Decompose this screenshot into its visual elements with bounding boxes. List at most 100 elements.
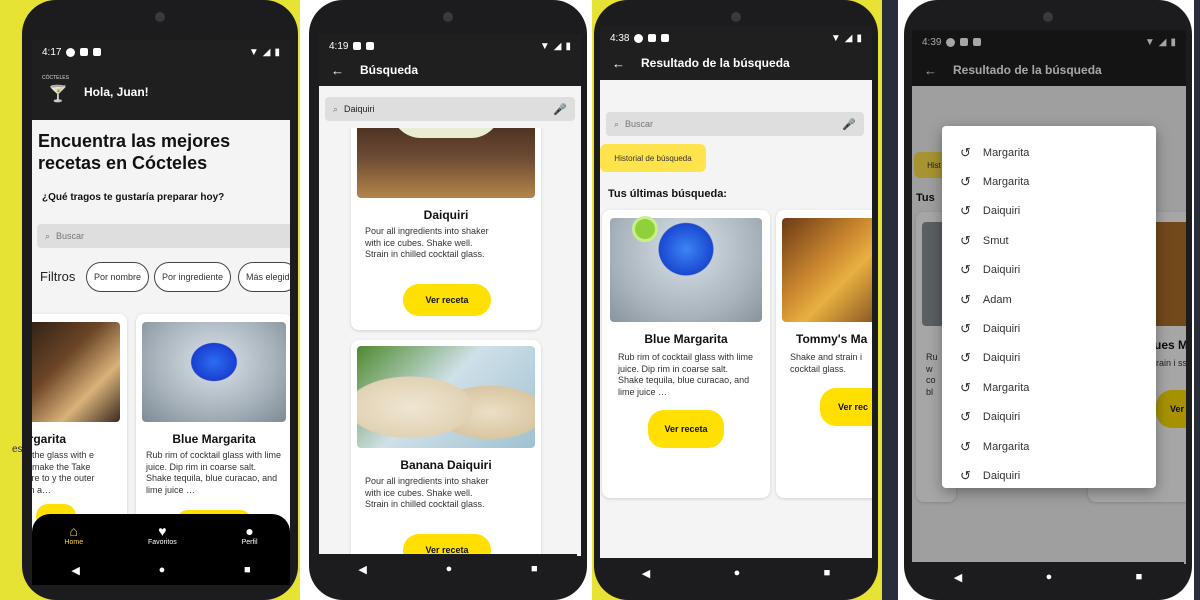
history-label: Daiquiri (982, 264, 1021, 277)
recipe-card-daiquiri[interactable]: Daiquiri Pour all ingredients into shake… (351, 128, 541, 330)
wifi-icon: ▼ (830, 32, 841, 44)
search-history-dialog: ↺ Margarita ↺ Margarita ↺ Daiquiri ↺ Smut ↺ D… (942, 126, 1156, 488)
back-icon[interactable]: ◀ (71, 564, 79, 577)
history-item[interactable]: ↺ Daiquiri (942, 344, 1156, 373)
recipe-card-banana-daiquiri[interactable]: Banana Daiquiri Pour all ingredients int… (351, 340, 541, 556)
history-item[interactable]: ↺ Margarita (942, 373, 1156, 402)
recipe-card-blue-margarita[interactable]: Blue Margarita Rub rim of cocktail glass… (602, 210, 770, 498)
history-item[interactable]: ↺ Margarita (942, 167, 1156, 196)
history-item[interactable]: ↺ Daiquiri (942, 314, 1156, 343)
signal-icon: ◢ (262, 46, 271, 58)
back-icon[interactable]: ◀ (358, 563, 366, 576)
mic-icon[interactable]: 🎤 (842, 118, 856, 131)
view-recipe-button[interactable]: Ver receta (403, 284, 491, 316)
history-item[interactable]: ↺ Daiquiri (942, 461, 1156, 488)
history-item[interactable]: ↺ Margarita (942, 138, 1156, 167)
heart-icon: ♥ (158, 523, 167, 539)
history-item[interactable]: ↺ Smut (942, 226, 1156, 255)
screenshot-collage: 4:17 ▼ ◢ ▮ CÓCTELES 🍸 Hola, Juan! Encuentr… (0, 0, 1200, 600)
back-arrow-icon[interactable]: ← (612, 56, 625, 71)
chip-by-ingredient[interactable]: Por ingrediente (154, 262, 232, 292)
home-button-icon[interactable]: ● (159, 564, 166, 576)
recents-icon[interactable]: ■ (824, 567, 831, 579)
search-bar[interactable]: ⌕ Daiquiri 🎤 (325, 97, 575, 121)
greeting-text: Hola, Juan! (84, 85, 149, 99)
logo: CÓCTELES 🍸 (42, 75, 70, 105)
search-bar[interactable]: ⌕ Buscar 🎤 (37, 224, 290, 248)
wifi-icon: ▼ (539, 40, 550, 52)
filters-label: Filtros (40, 269, 76, 284)
history-icon: ↺ (960, 438, 971, 454)
history-item[interactable]: ↺ Daiquiri (942, 197, 1156, 226)
nav-label: Favoritos (147, 539, 177, 546)
notification-icon (634, 33, 644, 43)
history-icon: ↺ (960, 350, 971, 366)
view-recipe-button[interactable]: Ver receta (403, 534, 491, 556)
banana-daiquiri-image (357, 346, 535, 448)
sim-icon (661, 34, 670, 42)
search-bar[interactable]: ⌕ Buscar 🎤 (606, 112, 864, 136)
header: CÓCTELES 🍸 Hola, Juan! (32, 64, 290, 120)
back-icon[interactable]: ◀ (954, 571, 962, 584)
search-input[interactable]: Daiquiri (344, 104, 375, 114)
nav-home[interactable]: ⌂ Home (64, 523, 83, 546)
card-title: Tommy's Ma (796, 332, 868, 346)
history-item[interactable]: ↺ Adam (942, 285, 1156, 314)
signal-icon: ◢ (553, 40, 562, 52)
status-time: 4:19 (329, 40, 349, 52)
camera-icon (155, 12, 165, 22)
blue-margarita-image (142, 322, 286, 422)
mic-icon[interactable]: 🎤 (553, 103, 567, 116)
back-arrow-icon[interactable]: ← (331, 63, 344, 78)
home-button-icon[interactable]: ● (1046, 571, 1053, 583)
history-item[interactable]: ↺ Daiquiri (942, 403, 1156, 432)
nav-favorites[interactable]: ♥ Favoritos (148, 523, 177, 546)
history-label: Margarita (982, 440, 1030, 453)
camera-icon (731, 12, 741, 22)
status-time: 4:38 (610, 32, 630, 44)
sim-icon (93, 48, 102, 56)
daiquiri-image (357, 128, 535, 198)
notification-icon (66, 47, 76, 57)
history-label: Margarita (982, 381, 1030, 394)
home-button-icon[interactable]: ● (446, 563, 453, 575)
recents-icon[interactable]: ■ (531, 563, 538, 575)
card-description: of the glass with e to make the Take car… (32, 450, 95, 495)
history-item[interactable]: ↺ Margarita (942, 432, 1156, 461)
recents-icon[interactable]: ■ (1136, 571, 1143, 583)
view-recipe-button[interactable]: Ver receta (648, 410, 724, 448)
history-label: Adam (982, 293, 1012, 306)
status-bar: 4:17 ▼ ◢ ▮ (32, 40, 290, 64)
phone-3: 4:38 ▼ ◢ ▮ ← Resultado de la búsqueda ⌕ Bu… (594, 0, 878, 600)
history-icon: ↺ (960, 144, 971, 160)
history-chip[interactable]: Historial de búsqueda (600, 144, 706, 172)
side-fragment-text: es (12, 444, 23, 455)
search-placeholder: Buscar (56, 231, 85, 241)
section-title: Tus últimas búsqueda: (608, 188, 727, 200)
history-label: Margarita (982, 146, 1030, 159)
recipe-card-margarita[interactable]: argarita of the glass with e to make the… (32, 314, 127, 544)
history-label: Daiquiri (982, 411, 1021, 424)
history-item[interactable]: ↺ Daiquiri (942, 256, 1156, 285)
card-title: Daiquiri (423, 208, 469, 222)
chip-by-name[interactable]: Por nombre (86, 262, 150, 292)
home-button-icon[interactable]: ● (734, 567, 741, 579)
results-list: Daiquiri Pour all ingredients into shake… (319, 128, 581, 556)
page-title: Resultado de la búsqueda (641, 56, 790, 70)
nav-label: Perfil (241, 539, 258, 546)
screen-3: 4:38 ▼ ◢ ▮ ← Resultado de la búsqueda ⌕ Bu… (600, 26, 872, 560)
logo-text: CÓCTELES (42, 75, 69, 81)
recipe-card-blue-margarita[interactable]: Blue Margarita Rub rim of cocktail glass… (136, 314, 290, 544)
recents-icon[interactable]: ■ (244, 564, 251, 576)
signal-icon: ◢ (844, 32, 853, 44)
view-recipe-button[interactable]: Ver rec (820, 388, 872, 426)
chip-most-chosen[interactable]: Más elegid (238, 262, 290, 292)
history-icon: ↺ (960, 232, 971, 248)
phone-2: 4:19 ▼ ◢ ▮ ← Búsqueda ⌕ Daiquiri 🎤 Daiquir… (309, 0, 587, 600)
battery-icon: ▮ (856, 32, 862, 44)
nav-profile[interactable]: ● Perfil (242, 523, 258, 546)
back-icon[interactable]: ◀ (642, 567, 650, 580)
cocktail-logo-icon: 🍸 (48, 86, 68, 103)
recipe-card-tommys-margarita[interactable]: Tommy's Ma Shake and strain i cocktail g… (776, 210, 872, 498)
system-nav-bar: ◀ ● ■ (319, 554, 577, 584)
